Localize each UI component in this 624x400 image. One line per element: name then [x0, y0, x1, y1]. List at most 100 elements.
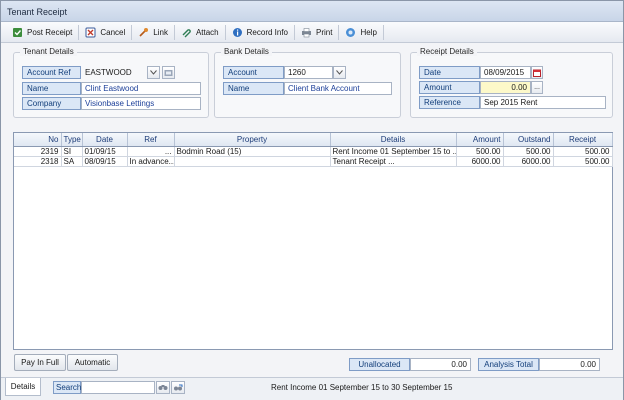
allocation-grid: No Type Date Ref Property Details Amount…: [13, 132, 613, 350]
record-info-label: Record Info: [246, 27, 288, 37]
receipt-details-group: Receipt Details Date 08/09/2015 Amount 0…: [410, 47, 613, 118]
toolbar-separator: [382, 24, 384, 40]
tenant-name-field[interactable]: Clint Eastwood: [81, 82, 201, 95]
attach-button[interactable]: Attach: [176, 24, 224, 41]
post-receipt-icon: [12, 27, 23, 38]
cancel-button[interactable]: Cancel: [80, 24, 130, 41]
toolbar-separator: [78, 24, 80, 40]
bank-account-label: Account: [223, 66, 284, 79]
tab-details[interactable]: Details: [5, 378, 41, 396]
account-ref-field[interactable]: EASTWOOD: [81, 66, 146, 79]
cell-outstand: 6000.00: [503, 156, 554, 167]
title-bar: Tenant Receipt: [1, 1, 623, 22]
toolbar-separator: [173, 24, 175, 40]
cell-property: Bodmin Road (15): [174, 146, 331, 157]
cell-details: Tenant Receipt ...: [330, 156, 457, 167]
ellipsis-icon: ...: [534, 84, 540, 91]
receipt-date-field[interactable]: 08/09/2015: [480, 66, 531, 79]
cell-no: 2319: [14, 146, 62, 157]
column-header-outstand[interactable]: Outstand: [503, 133, 554, 147]
table-row[interactable]: 2319 SI 01/09/15 ... Bodmin Road (15) Re…: [14, 146, 613, 157]
toolbar-separator: [338, 24, 340, 40]
bank-account-dropdown[interactable]: [333, 66, 346, 79]
cell-receipt[interactable]: 500.00: [553, 146, 613, 157]
date-picker-button[interactable]: [531, 66, 543, 79]
print-button[interactable]: Print: [296, 24, 337, 41]
column-header-ref[interactable]: Ref: [127, 133, 175, 147]
analysis-total-value: 0.00: [539, 358, 600, 371]
cell-type: SA: [61, 156, 83, 167]
account-ref-dropdown[interactable]: [147, 66, 160, 79]
column-header-property[interactable]: Property: [174, 133, 331, 147]
column-header-type[interactable]: Type: [61, 133, 83, 147]
help-button[interactable]: Help: [340, 24, 381, 41]
allocation-table: No Type Date Ref Property Details Amount…: [14, 133, 613, 167]
info-icon: [232, 27, 243, 38]
chevron-down-icon: [336, 70, 343, 75]
column-header-details[interactable]: Details: [330, 133, 457, 147]
search-next-button[interactable]: [171, 381, 185, 394]
cell-amount: 500.00: [456, 146, 504, 157]
cell-no: 2318: [14, 156, 62, 167]
automatic-button[interactable]: Automatic: [67, 354, 118, 371]
toolbar: Post Receipt Cancel Link Attach Record I…: [1, 22, 623, 43]
receipt-reference-field[interactable]: Sep 2015 Rent: [480, 96, 606, 109]
column-header-receipt[interactable]: Receipt: [553, 133, 613, 147]
cell-receipt[interactable]: 500.00: [553, 156, 613, 167]
binoculars-icon: [158, 385, 168, 390]
cell-outstand: 500.00: [503, 146, 554, 157]
cell-date: 01/09/15: [82, 146, 128, 157]
receipt-reference-label: Reference: [419, 96, 480, 109]
help-label: Help: [360, 27, 377, 37]
link-label: Link: [153, 27, 168, 37]
cell-ref: In advance...: [127, 156, 175, 167]
search-input[interactable]: [81, 381, 155, 394]
help-icon: [345, 27, 356, 38]
record-info-button[interactable]: Record Info: [227, 24, 293, 41]
cancel-label: Cancel: [100, 27, 126, 37]
company-label: Company: [22, 97, 81, 110]
tenant-name-label: Name: [22, 82, 81, 95]
table-row[interactable]: 2318 SA 08/09/15 In advance... Tenant Re…: [14, 156, 613, 167]
link-icon: [138, 27, 149, 38]
link-button[interactable]: Link: [133, 24, 173, 41]
bank-account-field[interactable]: 1260: [284, 66, 333, 79]
post-receipt-button[interactable]: Post Receipt: [7, 24, 77, 41]
chevron-down-icon: [150, 70, 157, 75]
toolbar-separator: [224, 24, 226, 40]
cell-amount: 6000.00: [456, 156, 504, 167]
post-receipt-label: Post Receipt: [27, 27, 73, 37]
cancel-icon: [85, 27, 96, 38]
tenant-details-group: Tenant Details Account Ref EASTWOOD Name…: [13, 47, 209, 118]
unallocated-label: Unallocated: [349, 358, 410, 371]
attach-label: Attach: [195, 27, 219, 37]
lookup-icon: [164, 69, 173, 76]
cell-ref: ...: [127, 146, 175, 157]
amount-more-button[interactable]: ...: [531, 81, 543, 94]
unallocated-value: 0.00: [410, 358, 471, 371]
bank-details-title: Bank Details: [221, 47, 272, 56]
cell-details: Rent Income 01 September 15 to ...: [330, 146, 457, 157]
status-message: Rent Income 01 September 15 to 30 Septem…: [271, 383, 453, 392]
column-header-date[interactable]: Date: [82, 133, 128, 147]
receipt-amount-label: Amount: [419, 81, 480, 94]
toolbar-separator: [294, 24, 295, 40]
bank-name-field[interactable]: Client Bank Account: [284, 82, 392, 95]
tenant-receipt-window: Tenant Receipt Post Receipt Cancel Link: [0, 0, 624, 400]
toolbar-separator: [131, 24, 133, 40]
bank-details-group: Bank Details Account 1260 Name Client Ba…: [214, 47, 401, 118]
column-header-no[interactable]: No: [14, 133, 62, 147]
receipt-date-label: Date: [419, 66, 480, 79]
pay-in-full-button[interactable]: Pay In Full: [14, 354, 66, 371]
receipt-amount-field[interactable]: 0.00: [480, 81, 531, 94]
company-field[interactable]: Visionbase Lettings: [81, 97, 201, 110]
grid-header-row: No Type Date Ref Property Details Amount…: [14, 133, 613, 147]
print-label: Print: [316, 27, 333, 37]
cell-date: 08/09/15: [82, 156, 128, 167]
cell-type: SI: [61, 146, 83, 157]
tenant-lookup-button[interactable]: [162, 66, 175, 79]
search-go-button[interactable]: [156, 381, 170, 394]
printer-icon: [301, 27, 312, 38]
column-header-amount[interactable]: Amount: [456, 133, 504, 147]
receipt-details-title: Receipt Details: [417, 47, 477, 56]
